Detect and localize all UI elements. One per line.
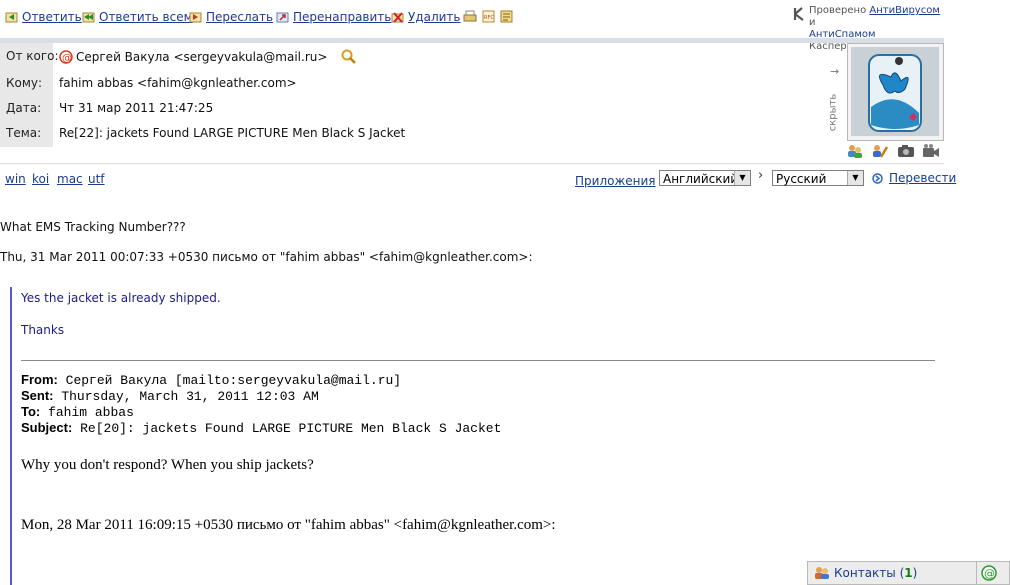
contacts-count-close: ) [912,566,918,580]
target-language-value: Русский [776,172,827,186]
from-value-wrap: @ Сергей Вакула <sergeyvakula@mail.ru> [59,49,357,65]
contacts-label: Контакты [834,566,896,580]
to-label: Кому: [6,76,43,90]
apps-link[interactable]: Приложения [575,174,656,188]
sender-photo-image [851,47,939,136]
quoted-from-label: From: [21,372,58,387]
forward-icon [189,11,202,24]
quote-line-shipped: Yes the jacket is already shipped. [21,291,221,305]
search-sender-icon[interactable] [341,49,357,65]
add-contact-icon[interactable] [846,143,864,159]
reply-all-icon [82,11,95,24]
contacts-bar[interactable]: Контакты (1) @ [807,561,1010,585]
reply-button[interactable]: Ответить [5,10,82,24]
body-line-tracking: What EMS Tracking Number??? [0,220,186,234]
translate-label[interactable]: Перевести [889,171,956,185]
quoted-from-value: Сергей Вакула [mailto:sergeyvakula@mail.… [65,373,402,388]
translate-button[interactable]: Перевести [872,171,956,185]
message-toolbar: Ответить Ответить всем Переслать Перенап… [0,0,944,52]
reply-all-button[interactable]: Ответить всем [82,10,193,24]
header-row-to: Кому: fahim abbas <fahim@kgnleather.com> [0,70,830,95]
reply-label[interactable]: Ответить [22,10,82,24]
source-language-value: Английский [663,172,739,186]
quoted-question: Why you don't respond? When you ship jac… [21,457,314,473]
camera-icon[interactable] [897,143,915,159]
to-value[interactable]: fahim abbas <fahim@kgnleather.com> [59,76,297,90]
quote-divider [21,360,935,361]
encoding-win-link[interactable]: win [5,172,26,186]
quoted-from-line: From: Сергей Вакула [mailto:sergeyvakula… [21,372,401,388]
chevron-down-icon: ▼ [734,171,750,185]
quoted-subject-label: Subject: [21,420,73,435]
quoted-to-line: To: fahim abbas [21,404,134,420]
hide-arrow-icon: → [830,65,840,78]
date-label: Дата: [6,101,42,115]
mail-at-icon: @ [59,50,73,64]
quoted-to-value: fahim abbas [48,405,134,420]
redirect-icon [276,11,289,24]
kaspersky-checked-text: Проверено [809,5,867,16]
older-quote-header: Mon, 28 Mar 2011 16:09:15 +0530 письмо о… [21,517,556,533]
header-row-date: Дата: Чт 31 мар 2011 21:47:25 [0,95,830,120]
quote-bar [10,287,12,585]
quoted-subject-value: Re[20]: jackets Found LARGE PICTURE Men … [80,421,502,436]
encoding-utf-link[interactable]: utf [88,172,105,186]
quote-line-thanks: Thanks [21,323,65,337]
svg-text:RFC: RFC [484,15,494,21]
language-arrow-icon: › [758,168,764,183]
chevron-down-icon: ▼ [847,171,863,185]
sender-photo[interactable] [847,43,944,141]
hide-photo-toggle[interactable]: → скрыть [827,65,842,155]
rfc-icon[interactable]: RFC [482,10,495,23]
video-camera-icon[interactable] [922,143,940,159]
target-language-select[interactable]: Русский ▼ [772,170,864,186]
delete-icon [391,11,404,24]
print-icon[interactable] [463,10,477,23]
header-row-from: От кого: @ Сергей Вакула <sergeyvakula@m… [0,43,830,68]
quoted-sent-value: Thursday, March 31, 2011 12:03 AM [61,389,319,404]
subject-label: Тема: [6,126,42,140]
from-value[interactable]: Сергей Вакула <sergeyvakula@mail.ru> [76,50,327,64]
redirect-button[interactable]: Перенаправить [276,10,391,24]
delete-button[interactable]: Удалить [391,10,461,24]
kaspersky-and-text: и [809,17,816,28]
svg-text:@: @ [62,53,72,64]
hide-label: скрыть [827,93,839,132]
kaspersky-logo-icon [793,7,805,21]
notes-icon[interactable] [500,10,513,23]
header-row-subject: Тема: Re[22]: jackets Found LARGE PICTUR… [0,120,830,145]
forward-label[interactable]: Переслать [206,10,273,24]
from-label: От кого: [6,49,59,63]
contacts-divider [976,562,977,584]
reply-all-label[interactable]: Ответить всем [99,10,193,24]
contacts-icon [814,566,830,580]
quoted-sent-line: Sent: Thursday, March 31, 2011 12:03 AM [21,388,319,404]
redirect-label[interactable]: Перенаправить [293,10,391,24]
svg-text:@: @ [984,567,995,580]
subject-value: Re[22]: jackets Found LARGE PICTURE Men … [59,126,406,140]
encoding-koi-link[interactable]: koi [32,172,49,186]
date-value: Чт 31 мар 2011 21:47:25 [59,101,214,115]
translate-icon [872,172,883,184]
contacts-label-wrap[interactable]: Контакты (1) [834,566,917,580]
header-divider [0,163,944,164]
agent-at-icon[interactable]: @ [981,565,997,581]
source-language-select[interactable]: Английский ▼ [659,170,751,186]
edit-contact-icon[interactable] [871,143,889,159]
message-header: От кого: @ Сергей Вакула <sergeyvakula@m… [0,43,944,164]
quoted-subject-line: Subject: Re[20]: jackets Found LARGE PIC… [21,420,501,436]
kaspersky-antivirus-link[interactable]: АнтиВирусом [869,5,940,16]
body-line-quote-header: Thu, 31 Mar 2011 00:07:33 +0530 письмо о… [0,250,533,264]
quoted-to-label: To: [21,404,41,419]
forward-button[interactable]: Переслать [189,10,273,24]
delete-label[interactable]: Удалить [408,10,461,24]
encoding-mac-link[interactable]: mac [57,172,83,186]
quoted-sent-label: Sent: [21,388,54,403]
reply-icon [5,11,18,24]
contacts-count: 1 [904,566,913,580]
